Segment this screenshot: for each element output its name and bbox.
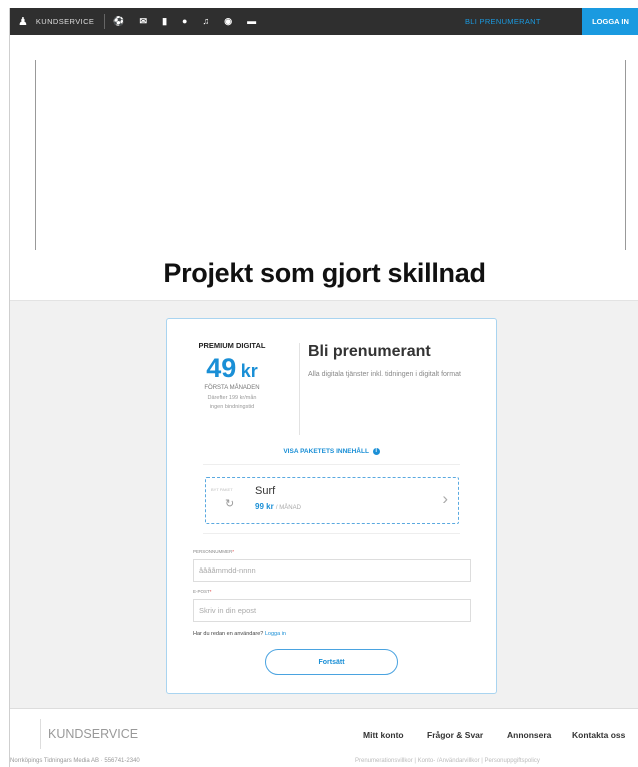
view-package-contents-label: VISA PAKETETS INNEHÅLL [283, 448, 369, 456]
footer-link-faq[interactable]: Frågor & Svar [427, 730, 483, 740]
footer-bottom: Norrköpings Tidningars Media AB · 556741… [10, 756, 638, 767]
product-name: PREMIUM DIGITAL [198, 341, 266, 350]
bottle-icon[interactable]: ▮ [162, 17, 167, 26]
info-icon[interactable]: ● [182, 17, 187, 26]
footer: KUNDSERVICE Mitt konto Frågor & Svar Ann… [10, 708, 638, 767]
package-selector[interactable]: BYT PAKET ↻ Surf 99 kr / MÅNAD › [205, 477, 459, 524]
footer-link-my-account[interactable]: Mitt konto [363, 730, 404, 740]
legal-links[interactable]: Prenumerationsvillkor | Konto- /Användar… [355, 758, 540, 764]
email-label: E-POST* [193, 589, 212, 594]
sports-icon[interactable]: ⚽ [113, 17, 124, 26]
personal-number-label-text: PERSONNUMMER [193, 549, 233, 554]
offer-summary: PREMIUM DIGITAL 49 kr FÖRSTA MÅNADEN Där… [167, 341, 297, 412]
price-note-line-1: Därefter 199 kr/mån [207, 395, 257, 401]
email-label-text: E-POST [193, 589, 210, 594]
already-user-label: Har du redan en användare? [193, 631, 264, 637]
footer-title: KUNDSERVICE [48, 727, 139, 741]
price-note-line-2: ingen bindningstid [209, 404, 255, 410]
price-period: FÖRSTA MÅNADEN [204, 385, 260, 391]
already-user-text: Har du redan en användare? Logga in [193, 631, 286, 637]
ad-area-right-border [625, 60, 626, 250]
subscription-card: PREMIUM DIGITAL 49 kr FÖRSTA MÅNADEN Där… [166, 318, 497, 694]
package-name: Surf [255, 485, 276, 497]
personal-number-input[interactable] [193, 559, 471, 582]
top-bar: ♟ KUNDSERVICE ⚽ ✉ ▮ ● ♫ ◉ ▬ BLI PRENUMER… [10, 8, 638, 35]
help-icon[interactable]: ◉ [224, 17, 232, 26]
required-marker: * [209, 589, 212, 594]
info-icon: i [372, 448, 380, 455]
package-price-value: 99 kr [255, 502, 274, 511]
music-icon[interactable]: ♫ [202, 17, 209, 26]
footer-link-advertise[interactable]: Annonsera [507, 730, 551, 740]
required-marker: * [232, 549, 235, 554]
offer-heading: Bli prenumerant [308, 343, 431, 360]
price-unit: kr [240, 361, 258, 381]
footer-link-contact[interactable]: Kontakta oss [572, 730, 625, 740]
offer-details: Bli prenumerant Alla digitala tjänster i… [308, 343, 484, 380]
package-price: 99 kr / MÅNAD [255, 502, 301, 511]
continue-button[interactable]: Fortsätt [265, 649, 398, 675]
company-info: Norrköpings Tidningars Media AB · 556741… [10, 758, 140, 764]
offer-description: Alla digitala tjänster inkl. tidningen i… [308, 371, 461, 378]
email-input[interactable] [193, 599, 471, 622]
footer-divider [40, 719, 41, 749]
ad-area-left-border [35, 60, 36, 250]
page-title: Projekt som gjort skillnad [163, 258, 486, 288]
package-period: / MÅNAD [275, 505, 301, 511]
price-note: Därefter 199 kr/mån ingen bindningstid [167, 394, 297, 412]
top-bar-divider [104, 14, 106, 29]
login-button[interactable]: LOGGA IN [582, 8, 638, 35]
megaphone-icon[interactable]: ✉ [140, 17, 148, 26]
offer-divider [299, 343, 300, 435]
change-package-tag: BYT PAKET [211, 487, 233, 492]
login-link[interactable]: Logga in [265, 631, 286, 637]
chevron-right-icon: › [442, 489, 448, 508]
card-divider [203, 464, 460, 465]
price-number: 49 [206, 353, 237, 383]
hd-icon[interactable]: ▬ [247, 17, 256, 26]
card-divider [203, 533, 460, 534]
view-package-contents-link[interactable]: VISA PAKETETS INNEHÅLL i [167, 448, 496, 455]
personal-number-label: PERSONNUMMER* [193, 549, 234, 554]
subscribe-link[interactable]: BLI PRENUMERANT [465, 8, 541, 35]
top-bar-left: ♟ KUNDSERVICE ⚽ ✉ ▮ ● ♫ ◉ ▬ [18, 8, 271, 35]
offer-price: 49 kr [167, 353, 297, 384]
customer-service-link[interactable]: KUNDSERVICE [36, 17, 94, 26]
user-icon[interactable]: ♟ [18, 15, 28, 28]
page-frame: ♟ KUNDSERVICE ⚽ ✉ ▮ ● ♫ ◉ ▬ BLI PRENUMER… [9, 8, 638, 767]
refresh-icon: ↻ [225, 498, 235, 510]
